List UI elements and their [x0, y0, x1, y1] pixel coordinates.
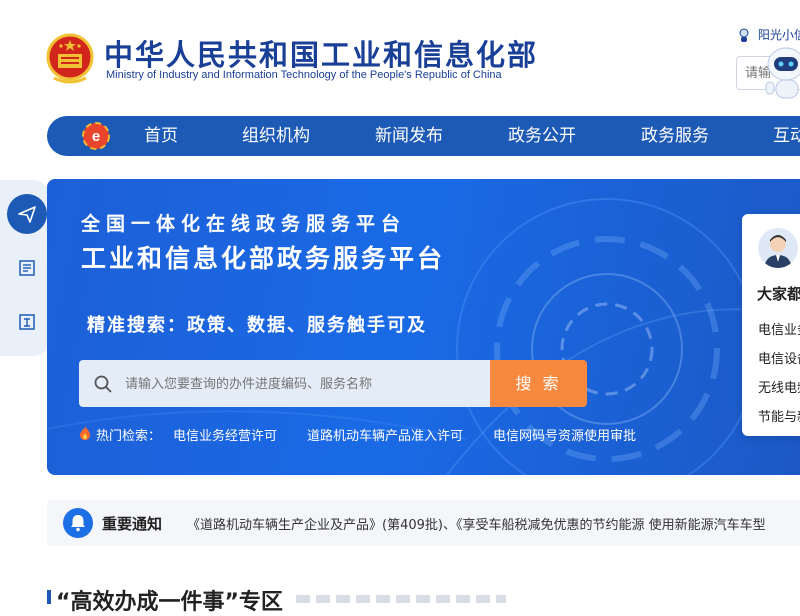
- site-title-en: Ministry of Industry and Information Tec…: [106, 69, 502, 81]
- search-icon: [94, 375, 112, 393]
- assistant-link[interactable]: 阳光小信: [738, 26, 800, 43]
- nav-item-gov-services[interactable]: 政务服务: [641, 116, 709, 156]
- bell-icon: [63, 508, 93, 538]
- nav-item-interaction[interactable]: 互动: [773, 116, 800, 156]
- assistant-icon: [739, 28, 749, 42]
- nav-item-news[interactable]: 新闻发布: [375, 116, 443, 156]
- section-divider: [296, 595, 506, 603]
- document-icon: [19, 314, 35, 330]
- hot-link-telecom-license[interactable]: 电信业务经营许可: [173, 425, 277, 444]
- search-button[interactable]: 搜 索: [490, 360, 587, 407]
- nav-item-organization[interactable]: 组织机构: [242, 116, 310, 156]
- notice-link[interactable]: 《道路机动车辆生产企业及产品》(第409批)、《享受车船税减免优惠的节约能源 使…: [187, 514, 766, 533]
- sidebar-document-button[interactable]: [7, 302, 47, 342]
- important-notice-bar: 重要通知 《道路机动车辆生产企业及产品》(第409批)、《享受车船税减免优惠的节…: [47, 500, 800, 546]
- banner-title: 工业和信息化部政务服务平台: [81, 244, 446, 273]
- card-item-energy-saving[interactable]: 节能与新: [758, 406, 800, 425]
- avatar: [758, 228, 798, 268]
- sidebar-form-button[interactable]: [7, 248, 47, 288]
- notice-label: 重要通知: [102, 515, 163, 533]
- popular-services-card: 大家都 电信业务 电信设备 无线电频 节能与新: [742, 214, 800, 436]
- site-title-cn: 中华人民共和国工业和信息化部: [104, 38, 539, 72]
- hot-search-label: 热门检索：: [96, 429, 162, 444]
- section-title: “高效办成一件事”专区: [56, 590, 283, 615]
- card-item-telecom-equipment[interactable]: 电信设备: [758, 348, 800, 367]
- service-search-box: [79, 360, 491, 407]
- send-icon: [18, 206, 36, 223]
- card-title: 大家都: [757, 285, 800, 303]
- national-emblem-icon: [46, 33, 94, 84]
- card-item-radio-frequency[interactable]: 无线电频: [758, 377, 800, 396]
- e-gov-logo-icon[interactable]: e: [81, 121, 111, 151]
- banner-slogan: 精准搜索：政策、数据、服务触手可及: [87, 315, 427, 336]
- hot-link-vehicle-access[interactable]: 道路机动车辆产品准入许可: [307, 425, 463, 444]
- sidebar-send-button[interactable]: [7, 194, 47, 234]
- banner-subtitle: 全国一体化在线政务服务平台: [81, 213, 407, 235]
- flame-icon: [80, 426, 90, 440]
- assistant-label: 阳光小信: [757, 28, 800, 42]
- svg-text:e: e: [92, 128, 100, 145]
- nav-item-home[interactable]: 首页: [144, 116, 178, 156]
- floating-sidebar: [0, 180, 48, 356]
- site-header: 中华人民共和国工业和信息化部 Ministry of Industry and …: [0, 0, 800, 110]
- person-avatar-icon: [764, 235, 792, 268]
- nav-item-gov-affairs[interactable]: 政务公开: [508, 116, 576, 156]
- card-item-telecom-business[interactable]: 电信业务: [758, 319, 800, 338]
- service-search-input[interactable]: [123, 368, 487, 400]
- main-nav: e 首页 组织机构 新闻发布 政务公开 政务服务 互动: [47, 116, 800, 156]
- hot-link-number-resource[interactable]: 电信网码号资源使用审批: [493, 425, 636, 444]
- section-accent-bar: [47, 590, 51, 604]
- service-platform-banner: 全国一体化在线政务服务平台 工业和信息化部政务服务平台 精准搜索：政策、数据、服…: [47, 179, 800, 475]
- form-icon: [19, 260, 35, 276]
- robot-assistant-icon[interactable]: [762, 44, 800, 102]
